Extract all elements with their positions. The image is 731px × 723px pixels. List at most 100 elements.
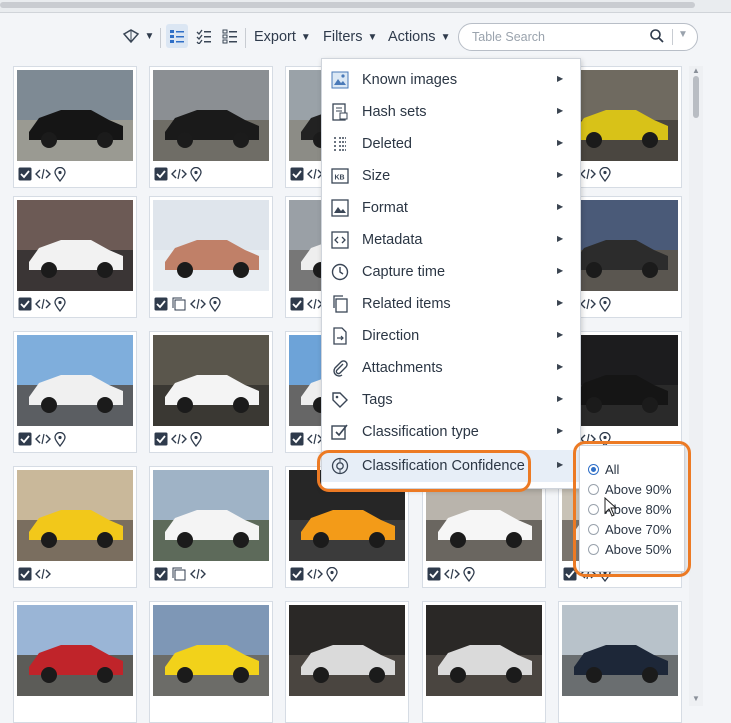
checkbox-checked-icon[interactable] xyxy=(18,167,32,181)
table-search-field[interactable]: Table Search ▼ xyxy=(458,23,698,51)
code-tag-icon[interactable] xyxy=(35,432,51,446)
paperclip-icon xyxy=(331,359,349,377)
checkbox-checked-icon[interactable] xyxy=(154,432,168,446)
thumbnail-image[interactable] xyxy=(153,70,269,161)
code-tag-icon[interactable] xyxy=(444,567,460,581)
code-tag-icon[interactable] xyxy=(35,297,51,311)
brush-filter-button[interactable]: ▼ xyxy=(122,24,154,48)
uncheck-all-icon xyxy=(222,28,238,44)
location-pin-icon[interactable] xyxy=(54,166,66,182)
location-pin-icon[interactable] xyxy=(599,296,611,312)
image-thumbnail-tile[interactable] xyxy=(13,331,137,453)
menu-item-format[interactable]: Format ▶ xyxy=(322,192,580,224)
location-pin-icon[interactable] xyxy=(54,296,66,312)
submenu-arrow-icon: ▶ xyxy=(557,460,564,469)
check-all-button[interactable] xyxy=(193,24,215,48)
menu-item-capture-time[interactable]: Capture time ▶ xyxy=(322,256,580,288)
checkbox-checked-icon[interactable] xyxy=(290,567,304,581)
image-thumbnail-tile[interactable] xyxy=(149,66,273,188)
code-tag-icon[interactable] xyxy=(190,297,206,311)
scroll-up-icon[interactable]: ▲ xyxy=(692,66,700,75)
checkbox-checked-icon[interactable] xyxy=(18,567,32,581)
thumbnail-image[interactable] xyxy=(17,70,133,161)
location-pin-icon[interactable] xyxy=(209,296,221,312)
submenu-arrow-icon: ▶ xyxy=(557,298,564,307)
image-thumbnail-tile[interactable] xyxy=(285,601,409,723)
actions-menu-button[interactable]: Actions ▼ xyxy=(388,26,450,48)
search-options-dropdown-icon[interactable]: ▼ xyxy=(678,29,688,40)
thumbnail-image[interactable] xyxy=(153,335,269,426)
thumbnail-image[interactable] xyxy=(426,605,542,696)
menu-item-attachments[interactable]: Attachments ▶ xyxy=(322,352,580,384)
menu-item-tags[interactable]: Tags ▶ xyxy=(322,384,580,416)
checkbox-checked-icon[interactable] xyxy=(154,297,168,311)
image-thumbnail-tile[interactable] xyxy=(149,196,273,318)
scroll-down-icon[interactable]: ▼ xyxy=(692,694,700,703)
thumbnail-image[interactable] xyxy=(562,605,678,696)
thumbnail-image[interactable] xyxy=(17,335,133,426)
menu-item-deleted[interactable]: Deleted ▶ xyxy=(322,128,580,160)
code-tag-icon[interactable] xyxy=(580,167,596,181)
image-thumbnail-tile[interactable] xyxy=(149,466,273,588)
code-tag-icon[interactable] xyxy=(35,167,51,181)
checkbox-checked-icon[interactable] xyxy=(290,167,304,181)
filters-menu-button[interactable]: Filters ▼ xyxy=(323,26,377,48)
uncheck-all-button[interactable] xyxy=(219,24,241,48)
menu-item-size[interactable]: KB Size ▶ xyxy=(322,160,580,192)
checkbox-checked-icon[interactable] xyxy=(427,567,441,581)
thumbnail-image[interactable] xyxy=(17,200,133,291)
menu-item-hash-sets[interactable]: Hash sets ▶ xyxy=(322,96,580,128)
search-icon[interactable] xyxy=(649,28,665,49)
code-tag-icon[interactable] xyxy=(580,297,596,311)
menu-item-related-items[interactable]: Related items ▶ xyxy=(322,288,580,320)
checkbox-checked-icon[interactable] xyxy=(18,297,32,311)
image-thumbnail-tile[interactable] xyxy=(13,66,137,188)
image-thumbnail-tile[interactable] xyxy=(149,331,273,453)
related-items-icon[interactable] xyxy=(171,567,187,581)
code-tag-icon[interactable] xyxy=(171,432,187,446)
location-pin-icon[interactable] xyxy=(190,431,202,447)
image-thumbnail-tile[interactable] xyxy=(149,601,273,723)
image-thumbnail-tile[interactable] xyxy=(13,601,137,723)
location-pin-icon[interactable] xyxy=(190,166,202,182)
location-pin-icon[interactable] xyxy=(599,166,611,182)
image-thumbnail-tile[interactable] xyxy=(13,466,137,588)
menu-item-metadata[interactable]: Metadata ▶ xyxy=(322,224,580,256)
grid-scrollbar[interactable]: ▲ ▼ xyxy=(689,66,703,706)
thumbnail-image[interactable] xyxy=(289,605,405,696)
menu-item-known-images[interactable]: Known images ▶ xyxy=(322,64,580,96)
location-pin-icon[interactable] xyxy=(326,566,338,582)
thumbnail-image[interactable] xyxy=(17,605,133,696)
checkbox-checked-icon[interactable] xyxy=(154,167,168,181)
thumbnail-image[interactable] xyxy=(153,200,269,291)
checkbox-checked-icon[interactable] xyxy=(290,297,304,311)
code-tag-icon[interactable] xyxy=(171,167,187,181)
menu-item-classification-type[interactable]: Classification type ▶ xyxy=(322,416,580,448)
image-thumbnail-tile[interactable] xyxy=(558,601,682,723)
image-thumbnail-tile[interactable] xyxy=(13,196,137,318)
top-scrollbar-thumb[interactable] xyxy=(0,2,695,8)
thumbnail-image[interactable] xyxy=(153,470,269,561)
related-items-icon[interactable] xyxy=(171,297,187,311)
chevron-down-icon: ▼ xyxy=(300,31,311,43)
code-tag-icon[interactable] xyxy=(35,567,51,581)
code-tag-icon[interactable] xyxy=(307,567,323,581)
checkbox-checked-icon[interactable] xyxy=(18,432,32,446)
checklist-view-button[interactable] xyxy=(166,24,188,48)
top-scrollbar[interactable] xyxy=(0,0,731,13)
checkbox-checked-icon[interactable] xyxy=(154,567,168,581)
tile-actions xyxy=(18,566,51,582)
export-menu-button[interactable]: Export ▼ xyxy=(254,26,311,48)
code-tag-icon[interactable] xyxy=(190,567,206,581)
location-pin-icon[interactable] xyxy=(463,566,475,582)
submenu-arrow-icon: ▶ xyxy=(557,202,564,211)
image-thumbnail-tile[interactable] xyxy=(422,601,546,723)
submenu-arrow-icon: ▶ xyxy=(557,362,564,371)
grid-scrollbar-thumb[interactable] xyxy=(693,76,699,118)
hash-sets-icon xyxy=(331,103,349,121)
location-pin-icon[interactable] xyxy=(54,431,66,447)
menu-item-direction[interactable]: Direction ▶ xyxy=(322,320,580,352)
thumbnail-image[interactable] xyxy=(153,605,269,696)
thumbnail-image[interactable] xyxy=(17,470,133,561)
checkbox-checked-icon[interactable] xyxy=(290,432,304,446)
